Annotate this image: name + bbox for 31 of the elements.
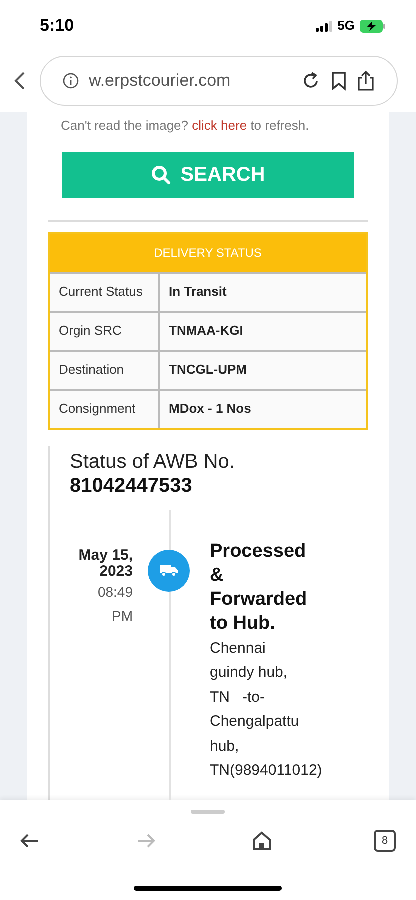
bookmark-icon[interactable] (331, 71, 347, 91)
network-label: 5G (338, 17, 355, 36)
drag-handle[interactable] (191, 810, 225, 814)
awb-number: 81042447533 (69, 474, 194, 498)
table-cell-text: TNCGL-UPM (168, 361, 248, 380)
table-header: DELIVERY STATUS (50, 234, 366, 272)
tab-count-button[interactable]: 8 (374, 830, 396, 852)
search-icon (150, 164, 171, 184)
back-chevron-icon[interactable] (14, 71, 26, 91)
share-icon[interactable] (357, 70, 375, 92)
table-cell-text: TNMAA-KGI (168, 322, 244, 340)
back-arrow-icon[interactable] (20, 833, 40, 849)
clock-time: 5:10 (40, 15, 74, 38)
url-text[interactable]: w.erpstcourier.com (89, 68, 291, 94)
refresh-link[interactable]: click here (192, 118, 248, 133)
event-time: 08:49 PM (98, 582, 133, 626)
event-details: Chennai guindy hub, TN -to- Chengalpattu hub, TN(9894011012) (210, 638, 322, 781)
truck-icon (160, 564, 178, 577)
home-icon[interactable] (252, 831, 272, 851)
awb-heading: Status of AWB No. (69, 450, 236, 474)
table-cell: Consignment (50, 390, 160, 428)
captcha-hint: Can't read the image? click here to refresh. (60, 117, 310, 135)
table-cell-text: MDox - 1 Nos (168, 400, 252, 418)
event-title: Processed & Forwarded to Hub. (210, 540, 308, 636)
table-cell-text: In Transit (168, 283, 228, 302)
event-date: May 15, 2023 (78, 548, 133, 580)
reload-icon[interactable] (301, 71, 321, 91)
info-icon[interactable] (63, 73, 79, 89)
battery-charging-icon (360, 20, 386, 32)
signal-icon (316, 20, 333, 32)
address-bar[interactable]: w.erpstcourier.com (40, 56, 398, 106)
